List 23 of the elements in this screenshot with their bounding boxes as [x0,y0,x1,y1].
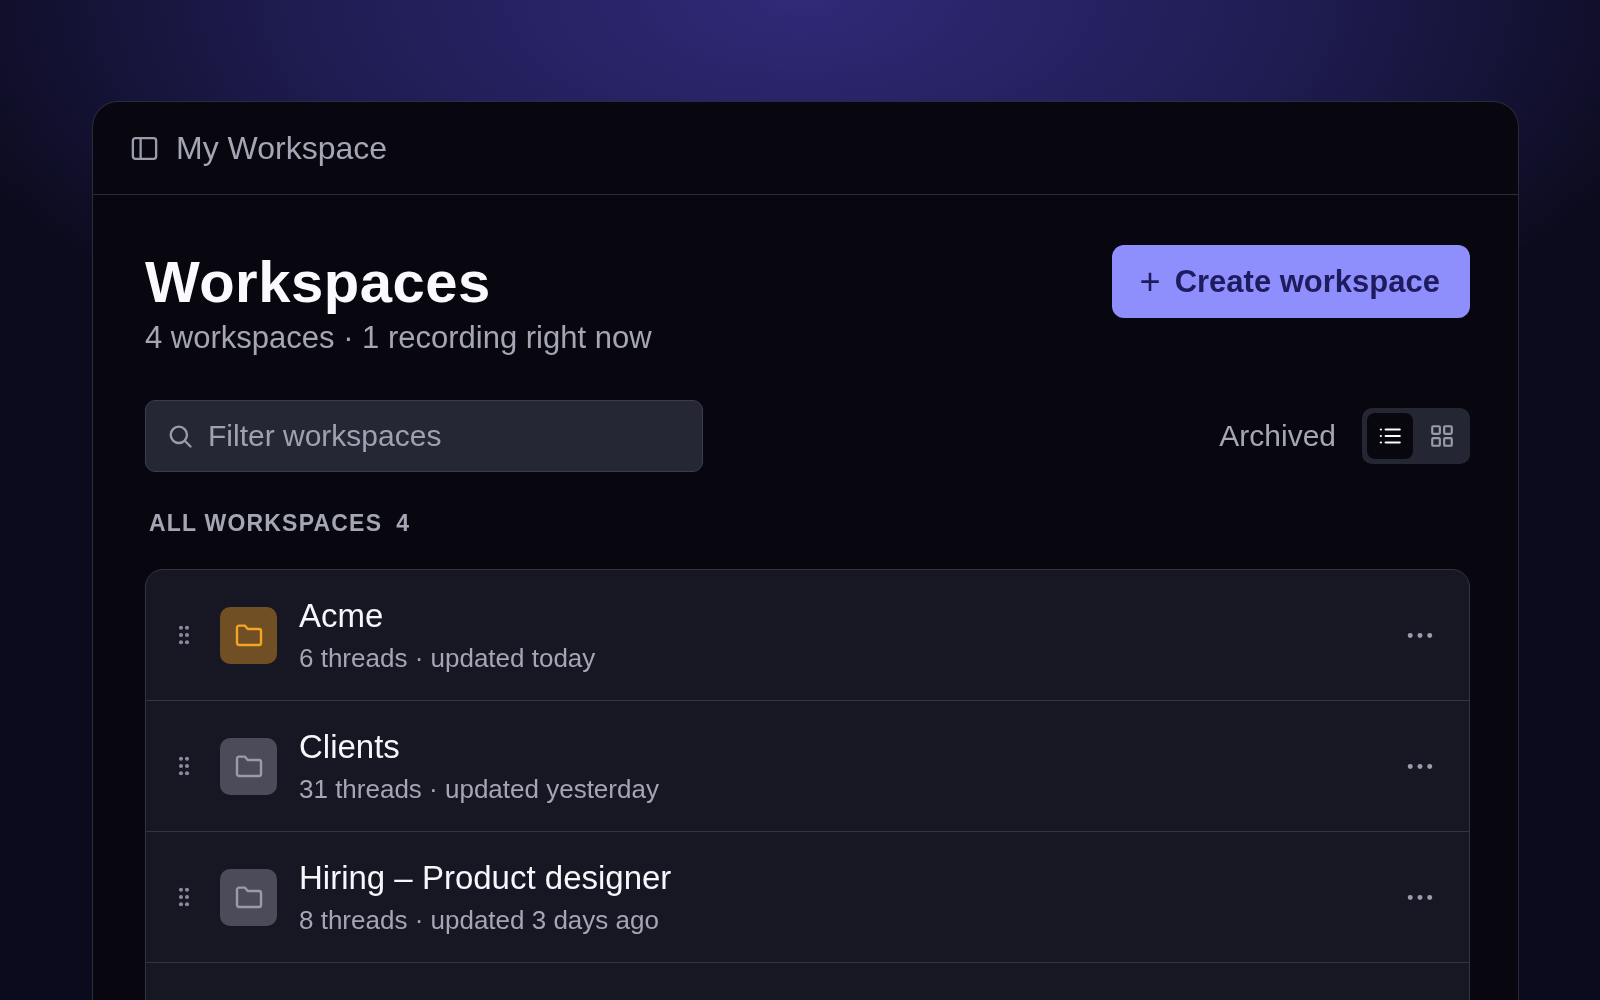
more-options-icon[interactable] [1407,762,1433,770]
workspace-meta: 6 threads · updated today [299,642,597,674]
drag-handle-icon[interactable] [178,625,190,645]
search-field[interactable]: Filter workspaces [145,400,703,472]
drag-handle-icon[interactable] [178,756,190,776]
more-options-icon[interactable] [1407,893,1433,901]
workspace-name[interactable]: Hiring – Product designer [299,858,1407,897]
window-title: My Workspace [176,129,387,167]
section-label: ALL WORKSPACES [149,510,383,537]
filter-input[interactable]: Filter workspaces [206,418,690,454]
list-view-button[interactable] [1367,413,1413,459]
archived-link[interactable]: Archived [1219,419,1336,453]
page-title: Workspaces [145,248,492,316]
grid-icon [1429,423,1455,449]
page-subtitle: 4 workspaces · 1 recording right now [145,320,652,356]
drag-handle-icon[interactable] [178,887,190,907]
create-workspace-button[interactable]: + Create workspace [1111,245,1470,318]
workspace-name[interactable]: Clients [299,727,1407,766]
more-options-icon[interactable] [1407,631,1433,639]
section-count: 4 [396,510,411,537]
workspace-name[interactable]: Acme [299,596,1407,635]
workspace-meta: 31 threads · updated yesterday [299,773,660,805]
workspace-meta: 8 threads · updated 3 days ago [299,904,660,936]
